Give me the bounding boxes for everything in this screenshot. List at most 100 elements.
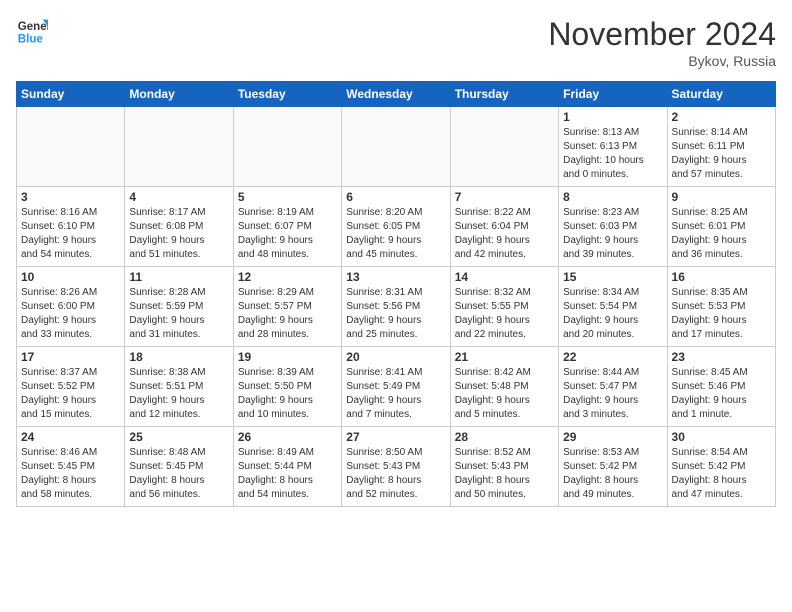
day-number: 25 xyxy=(129,430,228,444)
day-cell: 9 Sunrise: 8:25 AM Sunset: 6:01 PM Daylig… xyxy=(667,187,775,267)
day-info: Sunrise: 8:19 AM Sunset: 6:07 PM Dayligh… xyxy=(238,206,337,262)
day-cell: 4 Sunrise: 8:17 AM Sunset: 6:08 PM Daylig… xyxy=(125,187,233,267)
day-number: 24 xyxy=(21,430,120,444)
day-info: Sunrise: 8:46 AM Sunset: 5:45 PM Dayligh… xyxy=(21,446,120,502)
day-info: Sunrise: 8:22 AM Sunset: 6:04 PM Dayligh… xyxy=(455,206,554,262)
header-row: Sunday Monday Tuesday Wednesday Thursday… xyxy=(17,82,776,107)
month-title: November 2024 xyxy=(548,16,776,53)
col-tuesday: Tuesday xyxy=(233,82,341,107)
day-cell: 19Sunrise: 8:39 AM Sunset: 5:50 PM Dayli… xyxy=(233,347,341,427)
day-number: 5 xyxy=(238,190,337,204)
day-number: 30 xyxy=(672,430,771,444)
day-number: 21 xyxy=(455,350,554,364)
day-cell: 6 Sunrise: 8:20 AM Sunset: 6:05 PM Daylig… xyxy=(342,187,450,267)
main-container: General Blue November 2024 Bykov, Russia… xyxy=(0,0,792,515)
day-info: Sunrise: 8:17 AM Sunset: 6:08 PM Dayligh… xyxy=(129,206,228,262)
day-cell: 29Sunrise: 8:53 AM Sunset: 5:42 PM Dayli… xyxy=(559,427,667,507)
day-number: 17 xyxy=(21,350,120,364)
col-wednesday: Wednesday xyxy=(342,82,450,107)
week-row-2: 10Sunrise: 8:26 AM Sunset: 6:00 PM Dayli… xyxy=(17,267,776,347)
day-info: Sunrise: 8:37 AM Sunset: 5:52 PM Dayligh… xyxy=(21,366,120,422)
day-number: 28 xyxy=(455,430,554,444)
day-cell: 1 Sunrise: 8:13 AM Sunset: 6:13 PM Daylig… xyxy=(559,107,667,187)
day-info: Sunrise: 8:52 AM Sunset: 5:43 PM Dayligh… xyxy=(455,446,554,502)
day-info: Sunrise: 8:45 AM Sunset: 5:46 PM Dayligh… xyxy=(672,366,771,422)
day-number: 14 xyxy=(455,270,554,284)
day-info: Sunrise: 8:44 AM Sunset: 5:47 PM Dayligh… xyxy=(563,366,662,422)
day-info: Sunrise: 8:49 AM Sunset: 5:44 PM Dayligh… xyxy=(238,446,337,502)
day-info: Sunrise: 8:38 AM Sunset: 5:51 PM Dayligh… xyxy=(129,366,228,422)
day-info: Sunrise: 8:14 AM Sunset: 6:11 PM Dayligh… xyxy=(672,126,771,182)
day-info: Sunrise: 8:26 AM Sunset: 6:00 PM Dayligh… xyxy=(21,286,120,342)
svg-text:Blue: Blue xyxy=(18,34,44,46)
day-number: 16 xyxy=(672,270,771,284)
day-cell: 10Sunrise: 8:26 AM Sunset: 6:00 PM Dayli… xyxy=(17,267,125,347)
day-info: Sunrise: 8:35 AM Sunset: 5:53 PM Dayligh… xyxy=(672,286,771,342)
svg-text:General: General xyxy=(18,21,48,33)
day-cell: 17 Sunrise: 8:37 AM Sunset: 5:52 PM Dayli… xyxy=(17,347,125,427)
day-info: Sunrise: 8:28 AM Sunset: 5:59 PM Dayligh… xyxy=(129,286,228,342)
day-cell: 13Sunrise: 8:31 AM Sunset: 5:56 PM Dayli… xyxy=(342,267,450,347)
week-row-3: 17 Sunrise: 8:37 AM Sunset: 5:52 PM Dayli… xyxy=(17,347,776,427)
header: General Blue November 2024 Bykov, Russia xyxy=(16,16,776,69)
day-info: Sunrise: 8:13 AM Sunset: 6:13 PM Dayligh… xyxy=(563,126,662,182)
day-number: 13 xyxy=(346,270,445,284)
day-number: 15 xyxy=(563,270,662,284)
day-cell: 20 Sunrise: 8:41 AM Sunset: 5:49 PM Dayli… xyxy=(342,347,450,427)
day-number: 26 xyxy=(238,430,337,444)
day-info: Sunrise: 8:20 AM Sunset: 6:05 PM Dayligh… xyxy=(346,206,445,262)
day-cell: 14Sunrise: 8:32 AM Sunset: 5:55 PM Dayli… xyxy=(450,267,558,347)
day-number: 1 xyxy=(563,110,662,124)
day-number: 23 xyxy=(672,350,771,364)
day-cell: 21 Sunrise: 8:42 AM Sunset: 5:48 PM Dayli… xyxy=(450,347,558,427)
day-cell: 28 Sunrise: 8:52 AM Sunset: 5:43 PM Dayli… xyxy=(450,427,558,507)
day-info: Sunrise: 8:54 AM Sunset: 5:42 PM Dayligh… xyxy=(672,446,771,502)
day-number: 19 xyxy=(238,350,337,364)
day-info: Sunrise: 8:41 AM Sunset: 5:49 PM Dayligh… xyxy=(346,366,445,422)
week-row-4: 24 Sunrise: 8:46 AM Sunset: 5:45 PM Dayli… xyxy=(17,427,776,507)
day-cell xyxy=(125,107,233,187)
day-cell: 15 Sunrise: 8:34 AM Sunset: 5:54 PM Dayli… xyxy=(559,267,667,347)
day-cell: 22 Sunrise: 8:44 AM Sunset: 5:47 PM Dayli… xyxy=(559,347,667,427)
day-cell: 8 Sunrise: 8:23 AM Sunset: 6:03 PM Daylig… xyxy=(559,187,667,267)
day-cell: 11Sunrise: 8:28 AM Sunset: 5:59 PM Dayli… xyxy=(125,267,233,347)
day-cell xyxy=(450,107,558,187)
day-info: Sunrise: 8:29 AM Sunset: 5:57 PM Dayligh… xyxy=(238,286,337,342)
day-cell xyxy=(342,107,450,187)
day-cell xyxy=(17,107,125,187)
col-sunday: Sunday xyxy=(17,82,125,107)
day-number: 4 xyxy=(129,190,228,204)
calendar-table: Sunday Monday Tuesday Wednesday Thursday… xyxy=(16,81,776,507)
day-cell: 3Sunrise: 8:16 AM Sunset: 6:10 PM Daylig… xyxy=(17,187,125,267)
logo-icon: General Blue xyxy=(16,16,48,48)
day-info: Sunrise: 8:23 AM Sunset: 6:03 PM Dayligh… xyxy=(563,206,662,262)
day-cell: 24 Sunrise: 8:46 AM Sunset: 5:45 PM Dayli… xyxy=(17,427,125,507)
day-info: Sunrise: 8:34 AM Sunset: 5:54 PM Dayligh… xyxy=(563,286,662,342)
day-number: 20 xyxy=(346,350,445,364)
day-cell: 12Sunrise: 8:29 AM Sunset: 5:57 PM Dayli… xyxy=(233,267,341,347)
day-cell: 18 Sunrise: 8:38 AM Sunset: 5:51 PM Dayli… xyxy=(125,347,233,427)
location: Bykov, Russia xyxy=(548,53,776,69)
day-info: Sunrise: 8:48 AM Sunset: 5:45 PM Dayligh… xyxy=(129,446,228,502)
col-monday: Monday xyxy=(125,82,233,107)
day-number: 9 xyxy=(672,190,771,204)
col-friday: Friday xyxy=(559,82,667,107)
day-number: 18 xyxy=(129,350,228,364)
day-cell: 7Sunrise: 8:22 AM Sunset: 6:04 PM Daylig… xyxy=(450,187,558,267)
day-info: Sunrise: 8:53 AM Sunset: 5:42 PM Dayligh… xyxy=(563,446,662,502)
day-number: 6 xyxy=(346,190,445,204)
day-cell: 16 Sunrise: 8:35 AM Sunset: 5:53 PM Dayli… xyxy=(667,267,775,347)
day-number: 22 xyxy=(563,350,662,364)
day-cell: 2Sunrise: 8:14 AM Sunset: 6:11 PM Daylig… xyxy=(667,107,775,187)
day-cell xyxy=(233,107,341,187)
day-info: Sunrise: 8:50 AM Sunset: 5:43 PM Dayligh… xyxy=(346,446,445,502)
logo: General Blue xyxy=(16,16,48,48)
day-info: Sunrise: 8:42 AM Sunset: 5:48 PM Dayligh… xyxy=(455,366,554,422)
day-info: Sunrise: 8:25 AM Sunset: 6:01 PM Dayligh… xyxy=(672,206,771,262)
day-number: 8 xyxy=(563,190,662,204)
day-cell: 25 Sunrise: 8:48 AM Sunset: 5:45 PM Dayli… xyxy=(125,427,233,507)
day-number: 27 xyxy=(346,430,445,444)
day-cell: 27 Sunrise: 8:50 AM Sunset: 5:43 PM Dayli… xyxy=(342,427,450,507)
day-cell: 23 Sunrise: 8:45 AM Sunset: 5:46 PM Dayli… xyxy=(667,347,775,427)
day-cell: 5 Sunrise: 8:19 AM Sunset: 6:07 PM Daylig… xyxy=(233,187,341,267)
